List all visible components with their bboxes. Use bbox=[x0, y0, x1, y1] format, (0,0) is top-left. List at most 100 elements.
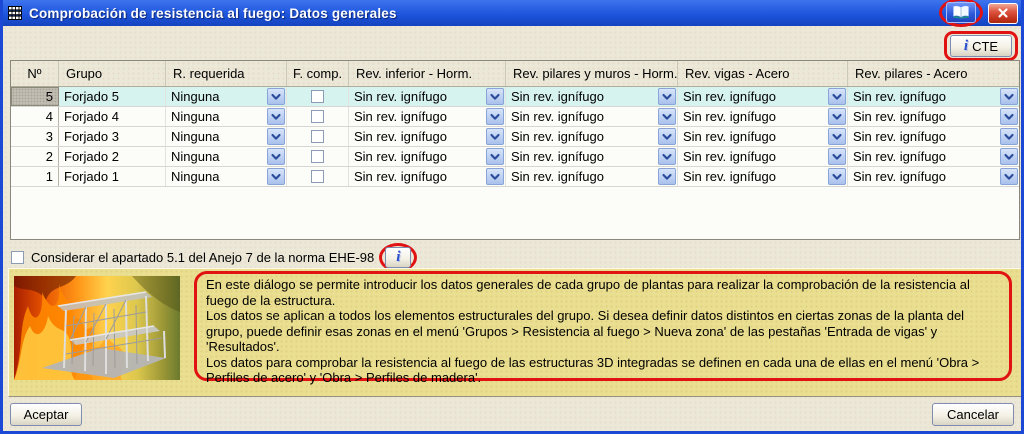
rev-inferior-select[interactable]: Sin rev. ignífugo bbox=[349, 107, 506, 126]
rev-pilares-muros-select[interactable]: Sin rev. ignífugo bbox=[506, 147, 678, 166]
help-paragraph-1: En este diálogo se permite introducir lo… bbox=[206, 277, 970, 308]
required-resistance-select[interactable]: Ninguna bbox=[166, 147, 287, 166]
table-header-row: Nº Grupo R. requerida F. comp. Rev. infe… bbox=[11, 61, 1019, 87]
chevron-down-icon[interactable] bbox=[828, 88, 846, 105]
table-row: 5 Forjado 5 Ninguna Sin rev. ignífugo Si… bbox=[11, 87, 1019, 107]
annotation-rect-cte-button: i CTE bbox=[944, 31, 1018, 61]
ehe-info-button[interactable]: i bbox=[385, 246, 412, 268]
chevron-down-icon[interactable] bbox=[486, 148, 504, 165]
groups-table: Nº Grupo R. requerida F. comp. Rev. infe… bbox=[10, 60, 1020, 240]
table-row: 2 Forjado 2 Ninguna Sin rev. ignífugo Si… bbox=[11, 147, 1019, 167]
chevron-down-icon[interactable] bbox=[267, 168, 285, 185]
rev-pilares-muros-select[interactable]: Sin rev. ignífugo bbox=[506, 107, 678, 126]
required-resistance-select[interactable]: Ninguna bbox=[166, 167, 287, 186]
rev-pilares-select[interactable]: Sin rev. ignífugo bbox=[848, 87, 1019, 106]
composite-slab-checkbox[interactable] bbox=[287, 107, 349, 126]
row-number-cell[interactable]: 1 bbox=[11, 167, 59, 186]
chevron-down-icon[interactable] bbox=[828, 108, 846, 125]
chevron-down-icon[interactable] bbox=[658, 128, 676, 145]
chevron-down-icon[interactable] bbox=[267, 88, 285, 105]
chevron-down-icon[interactable] bbox=[658, 148, 676, 165]
rev-pilares-muros-select[interactable]: Sin rev. ignífugo bbox=[506, 167, 678, 186]
header-rev-pilares: Rev. pilares - Acero bbox=[855, 66, 968, 81]
info-i-icon: i bbox=[963, 38, 969, 54]
table-row: 1 Forjado 1 Ninguna Sin rev. ignífugo Si… bbox=[11, 167, 1019, 187]
close-button[interactable] bbox=[988, 2, 1018, 24]
annotation-rect-help-text: En este diálogo se permite introducir lo… bbox=[194, 271, 1012, 385]
chevron-down-icon[interactable] bbox=[1000, 148, 1018, 165]
rev-inferior-select[interactable]: Sin rev. ignífugo bbox=[349, 127, 506, 146]
rev-vigas-select[interactable]: Sin rev. ignífugo bbox=[678, 87, 848, 106]
rev-inferior-select[interactable]: Sin rev. ignífugo bbox=[349, 167, 506, 186]
rev-pilares-select[interactable]: Sin rev. ignífugo bbox=[848, 127, 1019, 146]
rev-vigas-select[interactable]: Sin rev. ignífugo bbox=[678, 107, 848, 126]
info-i-icon: i bbox=[396, 249, 401, 265]
rev-pilares-muros-select[interactable]: Sin rev. ignífugo bbox=[506, 127, 678, 146]
composite-slab-checkbox[interactable] bbox=[287, 167, 349, 186]
help-panel: En este diálogo se permite introducir lo… bbox=[8, 268, 1021, 397]
group-cell: Forjado 5 bbox=[59, 87, 166, 106]
ehe-checkbox-label: Considerar el apartado 5.1 del Anejo 7 d… bbox=[31, 249, 375, 265]
rev-inferior-select[interactable]: Sin rev. ignífugo bbox=[349, 87, 506, 106]
composite-slab-checkbox[interactable] bbox=[287, 127, 349, 146]
chevron-down-icon[interactable] bbox=[828, 168, 846, 185]
composite-slab-checkbox[interactable] bbox=[287, 147, 349, 166]
burning-structure-image bbox=[14, 276, 180, 380]
chevron-down-icon[interactable] bbox=[267, 108, 285, 125]
row-number-cell[interactable]: 4 bbox=[11, 107, 59, 126]
group-cell: Forjado 3 bbox=[59, 127, 166, 146]
rev-inferior-select[interactable]: Sin rev. ignífugo bbox=[349, 147, 506, 166]
rev-pilares-select[interactable]: Sin rev. ignífugo bbox=[848, 107, 1019, 126]
required-resistance-select[interactable]: Ninguna bbox=[166, 107, 287, 126]
header-f-comp: F. comp. bbox=[287, 61, 349, 86]
required-resistance-select[interactable]: Ninguna bbox=[166, 127, 287, 146]
dialog-window: Comprobación de resistencia al fuego: Da… bbox=[0, 0, 1024, 434]
chevron-down-icon[interactable] bbox=[658, 108, 676, 125]
table-row: 3 Forjado 3 Ninguna Sin rev. ignífugo Si… bbox=[11, 127, 1019, 147]
chevron-down-icon[interactable] bbox=[486, 88, 504, 105]
chevron-down-icon[interactable] bbox=[486, 168, 504, 185]
chevron-down-icon[interactable] bbox=[658, 168, 676, 185]
help-book-button[interactable] bbox=[946, 1, 976, 23]
chevron-down-icon[interactable] bbox=[486, 128, 504, 145]
cte-button-label: CTE bbox=[972, 38, 999, 54]
row-number-cell[interactable]: 2 bbox=[11, 147, 59, 166]
row-number-cell[interactable]: 5 bbox=[11, 87, 59, 106]
chevron-down-icon[interactable] bbox=[828, 148, 846, 165]
composite-slab-checkbox[interactable] bbox=[287, 87, 349, 106]
group-cell: Forjado 2 bbox=[59, 147, 166, 166]
group-cell: Forjado 1 bbox=[59, 167, 166, 186]
header-rev-pilares-muros: Rev. pilares y muros - Horm. bbox=[506, 61, 678, 86]
rev-pilares-select[interactable]: Sin rev. ignífugo bbox=[848, 147, 1019, 166]
row-number-cell[interactable]: 3 bbox=[11, 127, 59, 146]
stacked-floors-icon bbox=[7, 5, 24, 22]
rev-vigas-select[interactable]: Sin rev. ignífugo bbox=[678, 167, 848, 186]
chevron-down-icon[interactable] bbox=[828, 128, 846, 145]
open-book-icon bbox=[953, 5, 969, 19]
accept-button[interactable]: Aceptar bbox=[10, 403, 82, 426]
chevron-down-icon[interactable] bbox=[658, 88, 676, 105]
chevron-down-icon[interactable] bbox=[1000, 168, 1018, 185]
help-paragraph-3: Los datos para comprobar la resistencia … bbox=[206, 354, 980, 386]
header-num: Nº bbox=[11, 61, 59, 86]
cte-button[interactable]: i CTE bbox=[950, 35, 1012, 57]
chevron-down-icon[interactable] bbox=[267, 128, 285, 145]
chevron-down-icon[interactable] bbox=[1000, 88, 1018, 105]
chevron-down-icon[interactable] bbox=[267, 148, 285, 165]
chevron-down-icon[interactable] bbox=[1000, 128, 1018, 145]
header-rev-inferior: Rev. inferior - Horm. bbox=[349, 61, 506, 86]
title-bar: Comprobación de resistencia al fuego: Da… bbox=[3, 0, 1021, 27]
ehe-checkbox[interactable] bbox=[11, 250, 24, 264]
chevron-down-icon[interactable] bbox=[1000, 108, 1018, 125]
table-row: 4 Forjado 4 Ninguna Sin rev. ignífugo Si… bbox=[11, 107, 1019, 127]
rev-pilares-muros-select[interactable]: Sin rev. ignífugo bbox=[506, 87, 678, 106]
chevron-down-icon[interactable] bbox=[486, 108, 504, 125]
rev-vigas-select[interactable]: Sin rev. ignífugo bbox=[678, 127, 848, 146]
required-resistance-select[interactable]: Ninguna bbox=[166, 87, 287, 106]
rev-pilares-select[interactable]: Sin rev. ignífugo bbox=[848, 167, 1019, 186]
rev-vigas-select[interactable]: Sin rev. ignífugo bbox=[678, 147, 848, 166]
cancel-button[interactable]: Cancelar bbox=[932, 403, 1014, 426]
ehe-option-row: Considerar el apartado 5.1 del Anejo 7 d… bbox=[11, 242, 418, 272]
header-r-requerida: R. requerida bbox=[166, 61, 287, 86]
group-cell: Forjado 4 bbox=[59, 107, 166, 126]
